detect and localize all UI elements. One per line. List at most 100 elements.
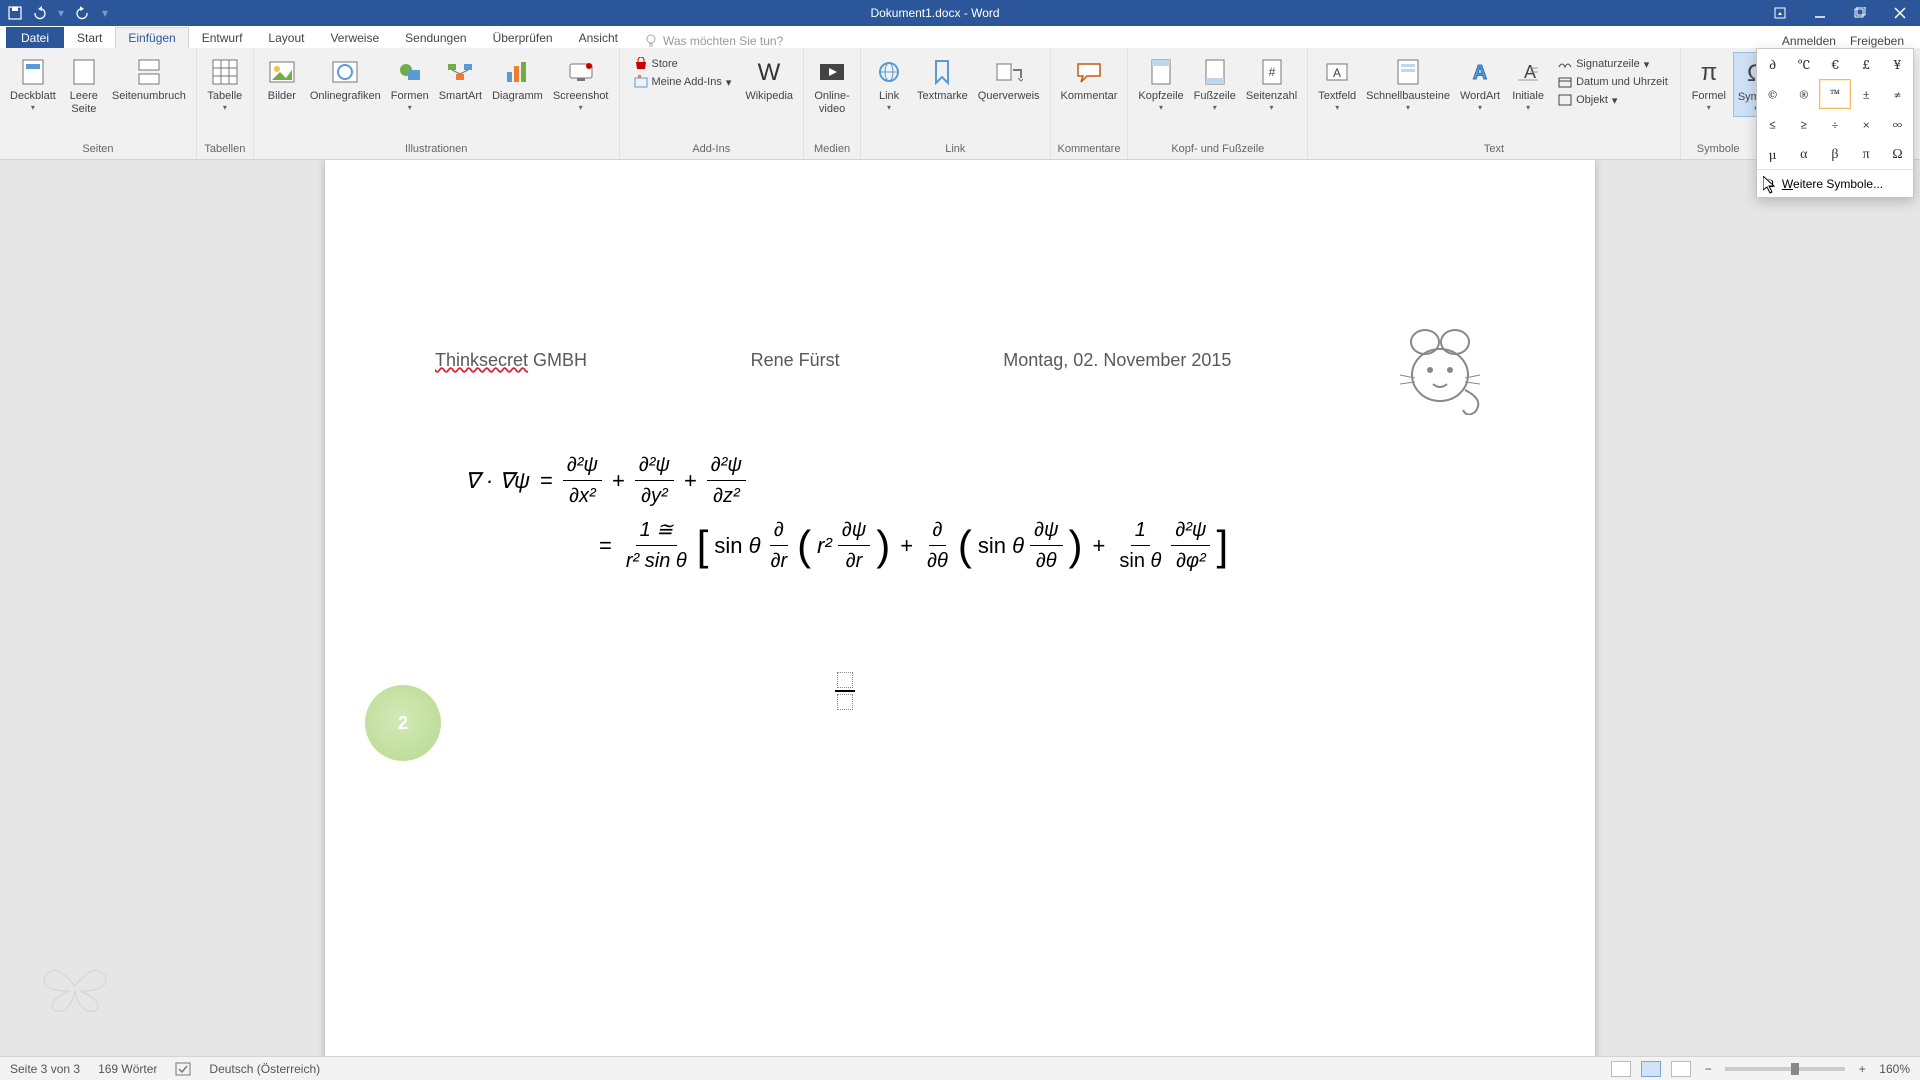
formel-button[interactable]: πFormel▾	[1687, 52, 1731, 115]
symbol-cell[interactable]: ±	[1851, 79, 1882, 109]
wikipedia-button[interactable]: WWikipedia	[741, 52, 797, 105]
store-icon	[634, 57, 648, 71]
signin-link[interactable]: Anmelden	[1782, 34, 1836, 48]
initiale-button[interactable]: AInitiale▾	[1506, 52, 1550, 115]
tabelle-button[interactable]: Tabelle▾	[203, 52, 247, 115]
schnellbausteine-button[interactable]: Schnellbausteine▾	[1362, 52, 1454, 115]
online-video-button[interactable]: Online- video	[810, 52, 854, 118]
group-text: ATextfeld▾ Schnellbausteine▾ AWordArt▾ A…	[1308, 48, 1681, 159]
tab-einfuegen[interactable]: Einfügen	[115, 27, 188, 48]
deckblatt-button[interactable]: Deckblatt▾	[6, 52, 60, 115]
objekt-button[interactable]: Objekt ▾	[1554, 92, 1672, 108]
svg-text:π: π	[1701, 59, 1718, 86]
tab-ansicht[interactable]: Ansicht	[566, 27, 631, 48]
symbol-cell[interactable]: ×	[1851, 109, 1882, 139]
signaturzeile-button[interactable]: Signaturzeile ▾	[1554, 56, 1672, 72]
group-link: Link▾ Textmarke Querverweis Link	[861, 48, 1051, 159]
status-language[interactable]: Deutsch (Österreich)	[209, 1062, 320, 1076]
diagramm-button[interactable]: Diagramm	[488, 52, 547, 105]
symbol-cell[interactable]: Ω	[1882, 139, 1913, 169]
screenshot-button[interactable]: Screenshot▾	[549, 52, 613, 115]
tab-layout[interactable]: Layout	[255, 27, 317, 48]
header-company-rest: GMBH	[528, 350, 587, 370]
my-addins-button[interactable]: Meine Add-Ins ▾	[630, 74, 736, 90]
leere-seite-button[interactable]: Leere Seite	[62, 52, 106, 118]
tab-ueberpruefen[interactable]: Überprüfen	[480, 27, 566, 48]
proofing-icon[interactable]	[175, 1062, 191, 1076]
share-button[interactable]: Freigeben	[1850, 34, 1904, 48]
smartart-button[interactable]: SmartArt	[435, 52, 486, 105]
view-print-button[interactable]	[1641, 1061, 1661, 1077]
window-controls	[1760, 0, 1920, 26]
datum-uhrzeit-button[interactable]: Datum und Uhrzeit	[1554, 74, 1672, 90]
symbol-cell[interactable]: ©	[1757, 79, 1788, 109]
zoom-level[interactable]: 160%	[1879, 1062, 1910, 1076]
close-button[interactable]	[1880, 0, 1920, 26]
bilder-button[interactable]: Bilder	[260, 52, 304, 105]
more-symbols-button[interactable]: Ω Weitere Symbole...	[1757, 169, 1913, 197]
store-button[interactable]: Store	[630, 56, 736, 72]
symbol-cell[interactable]: ∂	[1757, 49, 1788, 79]
symbol-cell[interactable]: π	[1851, 139, 1882, 169]
symbol-cell[interactable]: µ	[1757, 139, 1788, 169]
textfeld-button[interactable]: ATextfeld▾	[1314, 52, 1360, 115]
group-label-text: Text	[1314, 141, 1674, 157]
page[interactable]: Thinksecret GMBH Rene Fürst Montag, 02. …	[325, 160, 1595, 1056]
tab-file[interactable]: Datei	[6, 27, 64, 48]
minimize-button[interactable]	[1800, 0, 1840, 26]
titlebar: ▾ ▾ Dokument1.docx - Word	[0, 0, 1920, 26]
kommentar-button[interactable]: Kommentar	[1057, 52, 1122, 105]
group-label-seiten: Seiten	[6, 141, 190, 157]
link-button[interactable]: Link▾	[867, 52, 911, 115]
status-page[interactable]: Seite 3 von 3	[10, 1062, 80, 1076]
kopfzeile-button[interactable]: Kopfzeile▾	[1134, 52, 1187, 115]
fusszeile-button[interactable]: Fußzeile▾	[1190, 52, 1240, 115]
zoom-slider[interactable]	[1725, 1067, 1845, 1071]
symbol-cell-hovered[interactable]: ™	[1819, 79, 1850, 109]
symbol-cell[interactable]: ¥	[1882, 49, 1913, 79]
svg-text:A: A	[1473, 62, 1487, 84]
textmarke-button[interactable]: Textmarke	[913, 52, 972, 105]
symbol-cell[interactable]: ≥	[1788, 109, 1819, 139]
group-kommentare: Kommentar Kommentare	[1051, 48, 1129, 159]
symbol-cell[interactable]: α	[1788, 139, 1819, 169]
symbol-cell[interactable]: β	[1819, 139, 1850, 169]
tab-sendungen[interactable]: Sendungen	[392, 27, 479, 48]
undo-icon[interactable]	[32, 6, 46, 20]
wordart-button[interactable]: AWordArt▾	[1456, 52, 1504, 115]
onlinegrafiken-button[interactable]: Onlinegrafiken	[306, 52, 385, 105]
group-label-kommentare: Kommentare	[1057, 141, 1122, 157]
symbol-cell[interactable]: £	[1851, 49, 1882, 79]
status-words[interactable]: 169 Wörter	[98, 1062, 157, 1076]
bulb-icon	[645, 34, 657, 48]
tab-start[interactable]: Start	[64, 27, 115, 48]
seitenumbruch-button[interactable]: Seitenumbruch	[108, 52, 190, 105]
redo-icon[interactable]	[76, 6, 90, 20]
symbol-cell[interactable]: €	[1819, 49, 1850, 79]
save-icon[interactable]	[8, 6, 22, 20]
symbol-cell[interactable]: ≤	[1757, 109, 1788, 139]
header-company-underlined: Thinksecret	[435, 350, 528, 370]
ribbon-display-options-icon[interactable]	[1760, 0, 1800, 26]
symbol-cell[interactable]: ®	[1788, 79, 1819, 109]
equation-block[interactable]: ∇ · ∇ψ= ∂²ψ∂x² + ∂²ψ∂y² + ∂²ψ∂z² = 1 ≅r²…	[465, 450, 1485, 576]
equation-placeholder[interactable]	[835, 670, 855, 712]
seitenzahl-button[interactable]: #Seitenzahl▾	[1242, 52, 1301, 115]
tab-verweise[interactable]: Verweise	[317, 27, 392, 48]
querverweis-button[interactable]: Querverweis	[974, 52, 1044, 105]
symbol-cell[interactable]: ∞	[1882, 109, 1913, 139]
symbol-cell[interactable]: ≠	[1882, 79, 1913, 109]
zoom-out-button[interactable]: −	[1701, 1062, 1715, 1076]
symbol-cell[interactable]: ÷	[1819, 109, 1850, 139]
zoom-in-button[interactable]: +	[1855, 1062, 1869, 1076]
maximize-button[interactable]	[1840, 0, 1880, 26]
tell-me-search[interactable]: Was möchten Sie tun?	[645, 34, 783, 48]
symbol-cell[interactable]: °C	[1788, 49, 1819, 79]
formen-button[interactable]: Formen▾	[387, 52, 433, 115]
signature-icon	[1558, 57, 1572, 71]
view-read-button[interactable]	[1611, 1061, 1631, 1077]
tab-entwurf[interactable]: Entwurf	[189, 27, 256, 48]
header-logo-mouse-icon	[1395, 320, 1485, 400]
header-center: Rene Fürst	[751, 350, 840, 371]
view-web-button[interactable]	[1671, 1061, 1691, 1077]
